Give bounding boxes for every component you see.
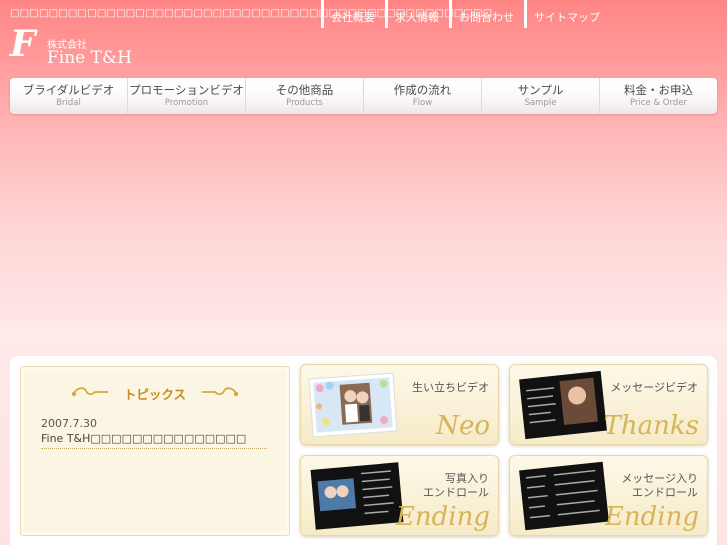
card-script-title: Ending xyxy=(395,502,490,532)
nav-item-sample[interactable]: サンプル Sample xyxy=(482,78,600,114)
topics-header: トピックス xyxy=(21,383,289,403)
nav-item-sublabel: Bridal xyxy=(56,98,81,108)
nav-item-label: その他商品 xyxy=(275,83,334,97)
nav-item-sublabel: Price & Order xyxy=(630,98,687,108)
nav-item-label: プロモーションビデオ xyxy=(129,83,244,97)
photo-endroll-thumbnail xyxy=(310,462,404,530)
nav-item-flow[interactable]: 作成の流れ Flow xyxy=(364,78,482,114)
nav-item-label: ブライダルビデオ xyxy=(22,83,115,97)
nav-item-promotion[interactable]: プロモーションビデオ Promotion xyxy=(128,78,246,114)
main-nav: ブライダルビデオ Bridal プロモーションビデオ Promotion その他… xyxy=(10,78,717,114)
ornament-left-icon xyxy=(71,387,108,397)
nav-item-price-order[interactable]: 料金・お申込 Price & Order xyxy=(600,78,717,114)
card-script-title: Thanks xyxy=(603,411,699,441)
nav-item-sublabel: Products xyxy=(286,98,323,108)
product-card-neo[interactable]: 生い立ちビデオ Neo xyxy=(300,364,499,445)
card-title: 生い立ちビデオ xyxy=(412,381,489,394)
card-title: メッセージ入り エンドロール xyxy=(621,472,698,499)
nav-item-bridal[interactable]: ブライダルビデオ Bridal xyxy=(10,78,128,114)
topics-title: トピックス xyxy=(123,386,187,402)
top-link-sitemap[interactable]: サイトマップ xyxy=(524,0,608,28)
nav-item-sublabel: Promotion xyxy=(164,98,209,108)
topics-box: トピックス 2007.7.30 Fine T&H□□□□□□□□□□□□□□□ xyxy=(20,366,290,536)
site-logo[interactable]: F 株式会社 Fine T&H xyxy=(10,22,150,70)
card-script-title: Ending xyxy=(604,502,699,532)
topic-date: 2007.7.30 xyxy=(41,417,97,430)
nav-item-products[interactable]: その他商品 Products xyxy=(246,78,364,114)
nav-item-sublabel: Flow xyxy=(412,98,433,108)
message-endroll-thumbnail xyxy=(519,461,609,531)
nav-item-sublabel: Sample xyxy=(524,98,557,108)
message-video-thumbnail xyxy=(519,370,607,440)
nav-item-label: 料金・お申込 xyxy=(624,83,693,97)
card-script-title: Neo xyxy=(436,411,490,441)
topic-link[interactable]: Fine T&H□□□□□□□□□□□□□□□ xyxy=(41,432,267,449)
card-title: 写真入り エンドロール xyxy=(423,472,489,499)
photo-collage-thumbnail xyxy=(308,372,398,438)
content-panel: トピックス 2007.7.30 Fine T&H□□□□□□□□□□□□□□□ … xyxy=(10,356,717,545)
product-card-photo-ending[interactable]: 写真入り エンドロール Ending xyxy=(300,455,499,536)
ornament-right-icon xyxy=(202,387,239,397)
top-links: 会社概要 求人情報 お問合わせ サイトマップ xyxy=(321,0,610,28)
nav-item-label: 作成の流れ xyxy=(393,83,452,97)
product-card-thanks[interactable]: メッセージビデオ Thanks xyxy=(509,364,708,445)
product-card-message-ending[interactable]: メッセージ入り エンドロール Ending xyxy=(509,455,708,536)
logo-mark: F xyxy=(10,23,36,65)
top-link-recruit[interactable]: 求人情報 xyxy=(385,0,447,28)
nav-item-label: サンプル xyxy=(517,83,564,97)
top-link-contact[interactable]: お問合わせ xyxy=(449,0,522,28)
card-title: メッセージビデオ xyxy=(610,381,698,394)
top-link-company[interactable]: 会社概要 xyxy=(321,0,383,28)
logo-company-name: Fine T&H xyxy=(47,48,132,68)
